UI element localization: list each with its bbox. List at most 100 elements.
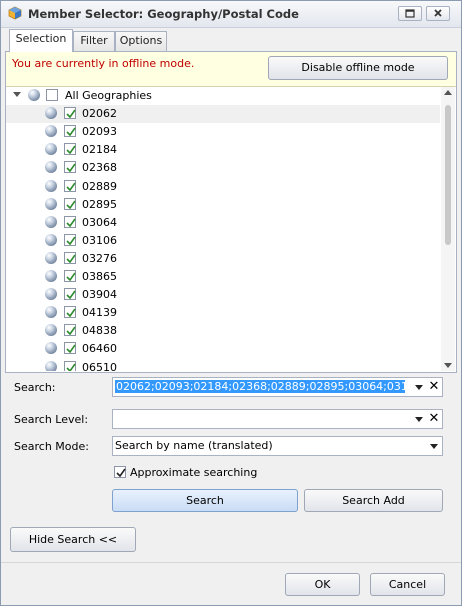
item-checkbox[interactable] bbox=[64, 125, 76, 137]
check-icon bbox=[66, 236, 76, 246]
close-button[interactable] bbox=[426, 6, 450, 21]
tree-item-row[interactable]: 03865 bbox=[6, 268, 440, 286]
search-level-label: Search Level: bbox=[14, 413, 89, 426]
member-ball-icon bbox=[45, 107, 57, 119]
item-checkbox[interactable] bbox=[64, 361, 76, 371]
search-mode-value: Search by name (translated) bbox=[115, 439, 273, 452]
check-icon bbox=[66, 290, 76, 300]
tree-item-row[interactable]: 04838 bbox=[6, 322, 440, 340]
tree-item-row[interactable]: 04139 bbox=[6, 304, 440, 322]
tree-item-label: 02895 bbox=[82, 198, 117, 211]
check-icon bbox=[66, 344, 76, 354]
window-title: Member Selector: Geography/Postal Code bbox=[28, 7, 299, 21]
item-checkbox[interactable] bbox=[64, 306, 76, 318]
member-ball-icon bbox=[45, 161, 57, 173]
search-mode-dropdown-icon[interactable] bbox=[430, 444, 438, 449]
member-ball-icon bbox=[45, 324, 57, 336]
scroll-thumb[interactable] bbox=[445, 105, 451, 245]
item-checkbox[interactable] bbox=[64, 324, 76, 336]
tree-item-row[interactable]: 02889 bbox=[6, 178, 440, 196]
clear-search-icon[interactable]: ✕ bbox=[428, 380, 440, 394]
tree-item-row[interactable]: 03064 bbox=[6, 214, 440, 232]
tree-item-label: 06510 bbox=[82, 361, 117, 371]
search-dropdown-icon[interactable] bbox=[415, 385, 423, 390]
disable-offline-button[interactable]: Disable offline mode bbox=[268, 56, 448, 80]
member-ball-icon bbox=[45, 270, 57, 282]
search-button[interactable]: Search bbox=[112, 489, 298, 512]
cancel-button[interactable]: Cancel bbox=[370, 573, 445, 596]
item-checkbox[interactable] bbox=[64, 270, 76, 282]
approximate-search-checkbox[interactable] bbox=[114, 466, 126, 478]
item-checkbox[interactable] bbox=[64, 180, 76, 192]
search-mode-select[interactable]: Search by name (translated) bbox=[112, 436, 443, 456]
tree-root-row[interactable]: All Geographies bbox=[6, 87, 440, 105]
dialog-footer: OK Cancel bbox=[1, 562, 461, 605]
tab-filter[interactable]: Filter bbox=[73, 31, 115, 51]
check-icon bbox=[66, 308, 76, 318]
tree-item-label: 06460 bbox=[82, 342, 117, 355]
tree-item-row[interactable]: 06510 bbox=[6, 359, 440, 371]
tab-selection[interactable]: Selection bbox=[9, 29, 73, 52]
member-ball-icon bbox=[45, 234, 57, 246]
search-level-combo[interactable]: ✕ bbox=[112, 409, 443, 429]
tab-options[interactable]: Options bbox=[115, 31, 167, 51]
member-ball-icon bbox=[45, 198, 57, 210]
check-icon bbox=[66, 163, 76, 173]
item-checkbox[interactable] bbox=[64, 161, 76, 173]
tree-item-row[interactable]: 02184 bbox=[6, 141, 440, 159]
item-checkbox[interactable] bbox=[64, 216, 76, 228]
member-ball-icon bbox=[45, 342, 57, 354]
member-selector-window: Member Selector: Geography/Postal Code S… bbox=[0, 0, 462, 606]
offline-notice: You are currently in offline mode. Disab… bbox=[6, 52, 456, 87]
search-value: 02062;02093;02184;02368;02889;02895;0306… bbox=[115, 380, 405, 393]
tree-item-label: 02368 bbox=[82, 161, 117, 174]
approximate-search-label: Approximate searching bbox=[130, 466, 258, 479]
search-level-dropdown-icon[interactable] bbox=[415, 417, 423, 422]
check-icon bbox=[66, 218, 76, 228]
tree-item-label: 03276 bbox=[82, 252, 117, 265]
member-ball-icon bbox=[45, 216, 57, 228]
collapse-arrow-icon[interactable] bbox=[13, 92, 21, 97]
selection-panel: You are currently in offline mode. Disab… bbox=[5, 51, 457, 373]
check-icon bbox=[66, 182, 76, 192]
tree-item-row[interactable]: 02895 bbox=[6, 196, 440, 214]
item-checkbox[interactable] bbox=[64, 107, 76, 119]
tree-item-row[interactable]: 02062 bbox=[6, 105, 440, 123]
search-input[interactable]: 02062;02093;02184;02368;02889;02895;0306… bbox=[112, 377, 443, 397]
search-add-button[interactable]: Search Add bbox=[304, 489, 443, 512]
item-checkbox[interactable] bbox=[64, 234, 76, 246]
tree-item-row[interactable]: 03276 bbox=[6, 250, 440, 268]
root-checkbox[interactable] bbox=[46, 89, 58, 101]
scroll-down-icon[interactable] bbox=[444, 363, 452, 368]
restore-button[interactable] bbox=[398, 6, 422, 21]
tree-item-row[interactable]: 06460 bbox=[6, 340, 440, 358]
tree-item-row[interactable]: 02093 bbox=[6, 123, 440, 141]
item-checkbox[interactable] bbox=[64, 288, 76, 300]
member-ball-icon bbox=[45, 180, 57, 192]
check-icon bbox=[66, 363, 76, 371]
tree-item-row[interactable]: 03904 bbox=[6, 286, 440, 304]
member-ball-icon bbox=[45, 252, 57, 264]
tree-root-label: All Geographies bbox=[65, 89, 152, 102]
check-icon bbox=[66, 109, 76, 119]
offline-message: You are currently in offline mode. bbox=[12, 57, 195, 70]
tree-item-label: 02889 bbox=[82, 180, 117, 193]
item-checkbox[interactable] bbox=[64, 342, 76, 354]
item-checkbox[interactable] bbox=[64, 198, 76, 210]
clear-search-level-icon[interactable]: ✕ bbox=[428, 412, 440, 426]
member-ball-icon bbox=[28, 89, 40, 101]
check-icon bbox=[66, 145, 76, 155]
item-checkbox[interactable] bbox=[64, 252, 76, 264]
title-bar: Member Selector: Geography/Postal Code bbox=[1, 1, 461, 28]
item-checkbox[interactable] bbox=[64, 143, 76, 155]
tree-item-label: 02062 bbox=[82, 107, 117, 120]
scroll-up-icon[interactable] bbox=[444, 90, 452, 95]
ok-button[interactable]: OK bbox=[285, 573, 360, 596]
tree-item-row[interactable]: 02368 bbox=[6, 159, 440, 177]
hide-search-button[interactable]: Hide Search << bbox=[10, 527, 136, 552]
tree-scrollbar[interactable] bbox=[441, 87, 455, 371]
tree-item-row[interactable]: 03106 bbox=[6, 232, 440, 250]
tree-item-label: 02093 bbox=[82, 125, 117, 138]
search-mode-label: Search Mode: bbox=[14, 440, 89, 453]
search-label: Search: bbox=[14, 381, 56, 394]
